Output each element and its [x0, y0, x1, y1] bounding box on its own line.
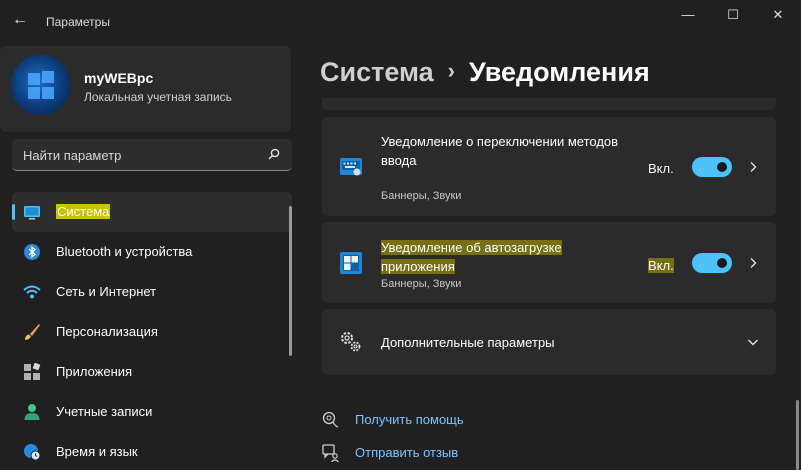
notification-setting-card[interactable]: Уведомление о переключении методов ввода… [322, 117, 776, 216]
sidebar-item-label: Сеть и Интернет [56, 284, 157, 299]
advanced-settings-card[interactable]: Дополнительные параметры [322, 309, 776, 375]
feedback-icon [322, 444, 339, 462]
brush-icon [25, 324, 40, 340]
breadcrumb-parent[interactable]: Система [320, 57, 434, 87]
main-scrollbar[interactable] [796, 400, 799, 470]
get-help-text[interactable]: Получить помощь [355, 412, 464, 427]
monitor-icon [24, 206, 40, 220]
active-indicator [12, 204, 15, 220]
sidebar-item-label: Учетные записи [56, 404, 153, 419]
send-feedback-text[interactable]: Отправить отзыв [355, 445, 458, 460]
sidebar-item-label: Приложения [56, 364, 133, 379]
app-title: Параметры [46, 15, 110, 29]
setting-title: Уведомление о переключении методов ввода [381, 134, 619, 168]
startup-apps-icon [340, 252, 362, 274]
wifi-icon [23, 285, 41, 299]
search-placeholder: Найти параметр [23, 148, 122, 163]
sidebar-item-network[interactable]: Сеть и Интернет [12, 272, 292, 312]
chevron-right-icon[interactable] [747, 161, 759, 173]
avatar [11, 55, 71, 115]
help-icon [322, 411, 339, 428]
minimize-button[interactable]: — [676, 6, 700, 24]
sidebar-nav: Система Bluetooth и устройства Сеть и Ин… [12, 192, 292, 470]
previous-card-edge [322, 98, 776, 110]
sidebar-scrollbar[interactable] [289, 206, 292, 356]
sidebar-item-system[interactable]: Система [12, 192, 292, 232]
toggle-state-label: Вкл. [648, 258, 674, 273]
sidebar-item-personalization[interactable]: Персонализация [12, 312, 292, 352]
toggle-state-label: Вкл. [648, 161, 674, 176]
setting-subtitle: Баннеры, Звуки [381, 190, 462, 202]
sidebar-item-bluetooth[interactable]: Bluetooth и устройства [12, 232, 292, 272]
sidebar-item-label: Система [56, 204, 111, 219]
setting-title: Уведомление об автозагрузке приложения [381, 240, 562, 274]
notification-setting-card[interactable]: Уведомление об автозагрузке приложения Б… [322, 222, 776, 303]
bluetooth-icon [24, 244, 40, 260]
setting-subtitle: Баннеры, Звуки [381, 278, 462, 290]
back-arrow-icon[interactable]: ← [10, 10, 30, 30]
sidebar-item-apps[interactable]: Приложения [12, 352, 292, 392]
sidebar-item-time-language[interactable]: Время и язык [12, 432, 292, 470]
gears-icon [341, 332, 361, 352]
maximize-button[interactable]: ☐ [721, 6, 745, 24]
page-title: Уведомления [468, 57, 650, 87]
profile-card[interactable]: myWEBpc Локальная учетная запись [0, 46, 291, 132]
toggle-knob [717, 162, 727, 172]
person-icon [24, 404, 40, 420]
search-input[interactable]: Найти параметр [12, 139, 292, 171]
notification-toggle[interactable] [692, 157, 732, 177]
globe-clock-icon [24, 444, 41, 461]
sidebar-item-label: Время и язык [56, 444, 138, 459]
user-name: myWEBpc [84, 70, 154, 86]
sidebar-item-label: Персонализация [56, 324, 158, 339]
sidebar-item-label: Bluetooth и устройства [56, 244, 193, 259]
toggle-knob [717, 258, 727, 268]
advanced-settings-label: Дополнительные параметры [381, 335, 555, 350]
chevron-right-icon[interactable] [747, 257, 759, 269]
sidebar-item-accounts[interactable]: Учетные записи [12, 392, 292, 432]
keyboard-switch-icon [340, 158, 362, 176]
title-bar: ← Параметры — ☐ ✕ [0, 0, 801, 44]
close-button[interactable]: ✕ [766, 6, 790, 24]
apps-icon [24, 363, 41, 380]
breadcrumb: Система › Уведомления [320, 57, 650, 88]
chevron-right-icon: › [447, 58, 455, 83]
account-type: Локальная учетная запись [84, 90, 232, 104]
notification-toggle[interactable] [692, 253, 732, 273]
chevron-down-icon[interactable] [747, 336, 759, 348]
search-icon[interactable] [268, 148, 280, 160]
